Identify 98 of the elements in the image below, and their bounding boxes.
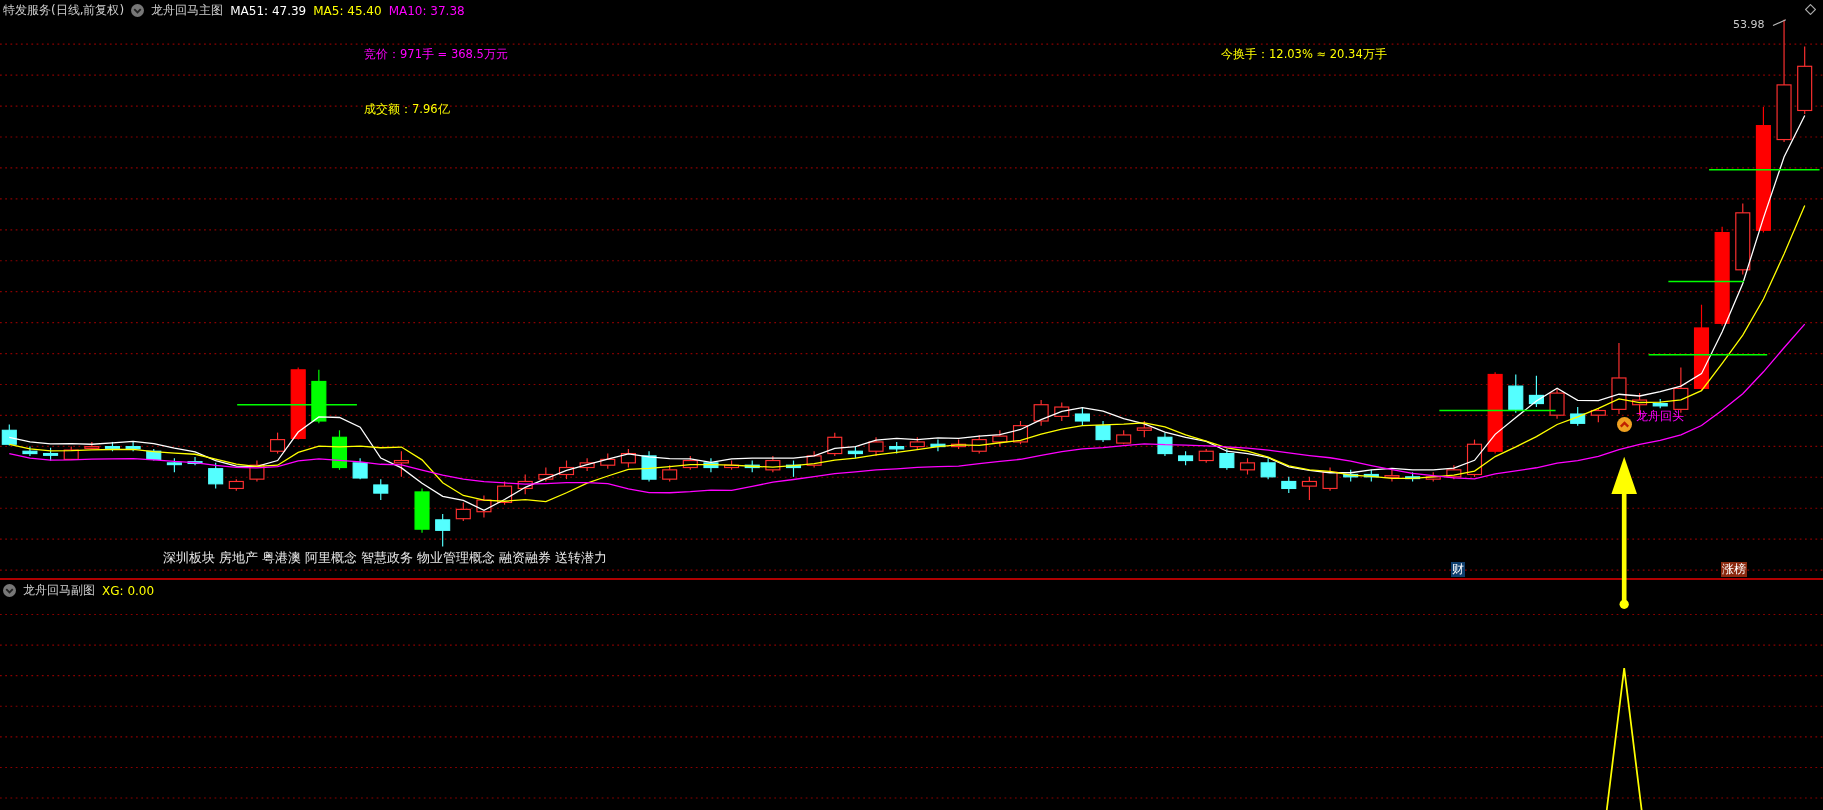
- candlestick: [1116, 429, 1132, 445]
- candlestick: [1219, 448, 1235, 471]
- candlestick: [868, 436, 884, 457]
- stat-label: 竞价：971手 = 368.5万元: [364, 47, 508, 62]
- candlestick: [1508, 373, 1524, 414]
- candlestick: [1425, 471, 1441, 483]
- candlestick: [517, 473, 533, 495]
- candlestick: [249, 459, 265, 483]
- candlestick: [1095, 420, 1111, 443]
- indicator-value: MA51: 47.39: [230, 3, 307, 18]
- candlestick: [930, 439, 946, 452]
- candlestick: [1178, 450, 1194, 466]
- stat-label: 成交额：7.96亿: [364, 102, 450, 117]
- candlestick: [311, 369, 327, 424]
- candlestick: [104, 441, 121, 452]
- candlestick: [22, 446, 38, 457]
- candlestick: [579, 457, 595, 472]
- candlestick: [1652, 398, 1668, 409]
- candlestick: [125, 441, 141, 452]
- candlestick: [435, 513, 451, 548]
- indicator-name: 龙舟回马主图: [151, 2, 224, 19]
- candlestick: [1405, 471, 1421, 483]
- candlestick: [1446, 464, 1462, 480]
- candlestick: [1157, 432, 1173, 457]
- candlestick: [682, 455, 698, 471]
- candlestick: [1281, 476, 1297, 494]
- candlestick: [373, 478, 389, 501]
- candlestick: [538, 466, 554, 483]
- candlestick: [992, 429, 1008, 448]
- candlestick: [1570, 406, 1586, 427]
- candlestick: [476, 494, 492, 519]
- candlestick: [1549, 387, 1565, 420]
- candlestick: [1033, 399, 1049, 427]
- candlestick: [889, 441, 905, 455]
- candlestick: [1322, 466, 1338, 492]
- candlestick: [827, 432, 843, 457]
- candlestick: [414, 487, 430, 534]
- candlestick: [455, 501, 471, 522]
- candlestick: [1466, 439, 1483, 478]
- candlestick: [84, 441, 100, 450]
- chart-title: 特发服务(日线,前复权): [3, 2, 125, 19]
- candlestick: [641, 450, 657, 483]
- candlestick: [1260, 457, 1276, 480]
- candlestick: [1012, 420, 1029, 445]
- candlestick: [1797, 45, 1813, 115]
- candlestick: [1363, 469, 1379, 483]
- candlestick: [744, 459, 760, 473]
- candlestick: [228, 478, 244, 492]
- indicator-value: MA10: 37.38: [388, 3, 465, 18]
- candlestick: [187, 456, 203, 466]
- candlestick: [208, 462, 224, 490]
- candlestick: [146, 448, 162, 462]
- candlestick: [662, 464, 678, 483]
- candlestick: [724, 459, 740, 471]
- candlestick: [1301, 476, 1317, 501]
- indicator-name: 龙舟回马副图: [23, 582, 95, 599]
- candlestick: [1343, 469, 1359, 483]
- candlestick: [1590, 407, 1606, 423]
- indicator-value: MA5: 45.40: [313, 3, 382, 18]
- candlestick: [1528, 375, 1544, 408]
- candlestick: [166, 457, 182, 473]
- signal-label: 龙舟回头: [1636, 408, 1684, 425]
- candlestick: [1384, 469, 1400, 483]
- signal-icon: [1617, 417, 1632, 432]
- candlestick: [785, 459, 802, 478]
- candlestick: [1074, 406, 1090, 427]
- event-tag[interactable]: 涨榜: [1721, 562, 1747, 577]
- candlestick: [1054, 401, 1070, 422]
- event-tag[interactable]: 财: [1451, 562, 1465, 577]
- high-price-label: 53.98: [1733, 18, 1765, 31]
- candlestick: [1198, 448, 1214, 464]
- candlestick: [497, 480, 513, 506]
- candlestick: [847, 446, 863, 459]
- candlestick: [1136, 420, 1152, 438]
- candlestick: [600, 453, 616, 470]
- candlestick: [331, 429, 348, 471]
- candlestick: [43, 447, 59, 462]
- indicator-value: XG: 0.00: [102, 583, 155, 598]
- candlestick: [1239, 457, 1256, 476]
- candlestick: [703, 457, 719, 473]
- concept-tags: 深圳板块 房地产 粤港澳 阿里概念 智慧政务 物业管理概念 融资融券 送转潜力: [163, 550, 607, 567]
- diamond-icon[interactable]: [1805, 4, 1816, 15]
- candlestick: [270, 432, 286, 455]
- dropdown-icon[interactable]: [3, 584, 16, 597]
- candlestick: [620, 448, 636, 469]
- leader-line: [1772, 19, 1787, 27]
- candlestick: [951, 439, 967, 450]
- candlestick: [1, 423, 17, 446]
- candlestick: [393, 450, 409, 478]
- candlestick: [63, 446, 79, 460]
- dropdown-icon[interactable]: [131, 4, 145, 17]
- candlestick: [909, 436, 925, 450]
- stat-label: 今换手：12.03% ≈ 20.34万手: [1221, 47, 1387, 62]
- candlestick: [765, 455, 781, 473]
- candlestick: [352, 457, 368, 480]
- candlestick: [971, 434, 987, 455]
- candlestick: [806, 450, 822, 469]
- candlestick: [558, 459, 575, 480]
